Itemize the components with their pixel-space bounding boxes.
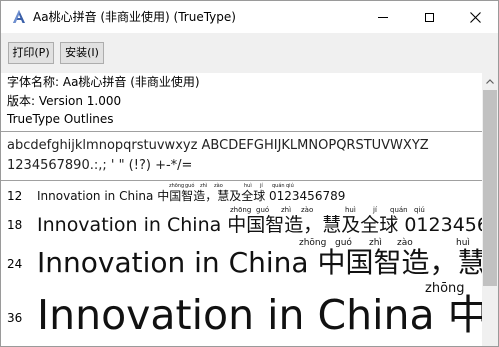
close-icon	[469, 11, 481, 23]
sample-size-label: 12	[7, 189, 23, 203]
scroll-up-button[interactable]	[482, 73, 498, 90]
pinyin-12-4: huì	[244, 183, 252, 189]
pinyin-36-0: zhōng	[425, 281, 465, 296]
font-file-icon	[13, 10, 25, 23]
pinyin-18-6: quán	[390, 206, 408, 214]
pinyin-12-6: quán	[272, 183, 285, 189]
vertical-scrollbar[interactable]	[482, 73, 498, 346]
charset-divider	[1, 180, 482, 181]
chevron-up-icon	[486, 79, 494, 84]
close-button[interactable]	[452, 1, 498, 33]
pinyin-12-7: qiú	[286, 183, 294, 189]
maximize-icon	[424, 12, 434, 22]
pinyin-12-3: zào	[214, 183, 223, 189]
minimize-button[interactable]	[360, 1, 406, 33]
pinyin-18-7: qiú	[414, 206, 425, 214]
font-format-text: TrueType Outlines	[7, 112, 114, 126]
pinyin-18-3: zào	[301, 206, 314, 214]
pinyin-12-5: jí	[260, 183, 263, 189]
pinyin-24-3: zào	[397, 238, 413, 248]
pinyin-18-2: zhì	[281, 206, 292, 214]
sample-text-36: Innovation in China 中国智造，慧及全球 0123456789	[37, 291, 482, 339]
pinyin-12-1: guó	[185, 183, 195, 189]
font-preview-area[interactable]: 字体名称: Aa桃心拼音 (非商业使用) 版本: Version 1.000 T…	[1, 73, 482, 346]
print-button[interactable]: 打印(P)	[8, 42, 54, 64]
window-title: Aa桃心拼音 (非商业使用) (TrueType)	[33, 10, 236, 24]
pinyin-24-0: zhōng	[299, 238, 327, 248]
pinyin-24-4: huì	[456, 238, 470, 248]
sample-size-label: 24	[7, 257, 23, 271]
font-name-text: 字体名称: Aa桃心拼音 (非商业使用)	[7, 75, 200, 89]
sample-text-12: Innovation in China 中国智造，慧及全球 0123456789	[37, 189, 346, 203]
maximize-button[interactable]	[406, 1, 452, 33]
install-button[interactable]: 安装(I)	[60, 42, 104, 64]
pinyin-12-2: zhì	[200, 183, 208, 189]
pinyin-24-2: zhì	[369, 238, 382, 248]
charset-letters: abcdefghijklmnopqrstuvwxyz ABCDEFGHIJKLM…	[7, 138, 429, 153]
sample-text-24: Innovation in China 中国智造，慧及全球 0123456789	[37, 246, 482, 279]
font-viewer-window: Aa桃心拼音 (非商业使用) (TrueType) 打印(P) 安装(I) 字体…	[0, 0, 499, 347]
toolbar: 打印(P) 安装(I)	[1, 33, 498, 73]
sample-text-18: Innovation in China 中国智造，慧及全球 0123456789	[37, 214, 482, 236]
scrollbar-thumb[interactable]	[483, 90, 497, 286]
title-bar[interactable]: Aa桃心拼音 (非商业使用) (TrueType)	[1, 1, 498, 33]
info-divider	[1, 131, 482, 132]
sample-size-label: 18	[7, 218, 23, 232]
pinyin-18-5: jí	[373, 206, 377, 214]
sample-size-label: 36	[7, 311, 23, 325]
charset-symbols: 1234567890.:,; ' " (!?) +-*/=	[7, 158, 193, 173]
pinyin-12-0: zhōng	[169, 183, 185, 189]
pinyin-18-4: huì	[345, 206, 356, 214]
pinyin-18-0: zhōng	[230, 206, 252, 214]
pinyin-24-1: guó	[335, 238, 352, 248]
font-version-text: 版本: Version 1.000	[7, 94, 122, 108]
minimize-icon	[378, 16, 388, 18]
pinyin-18-1: guó	[256, 206, 270, 214]
